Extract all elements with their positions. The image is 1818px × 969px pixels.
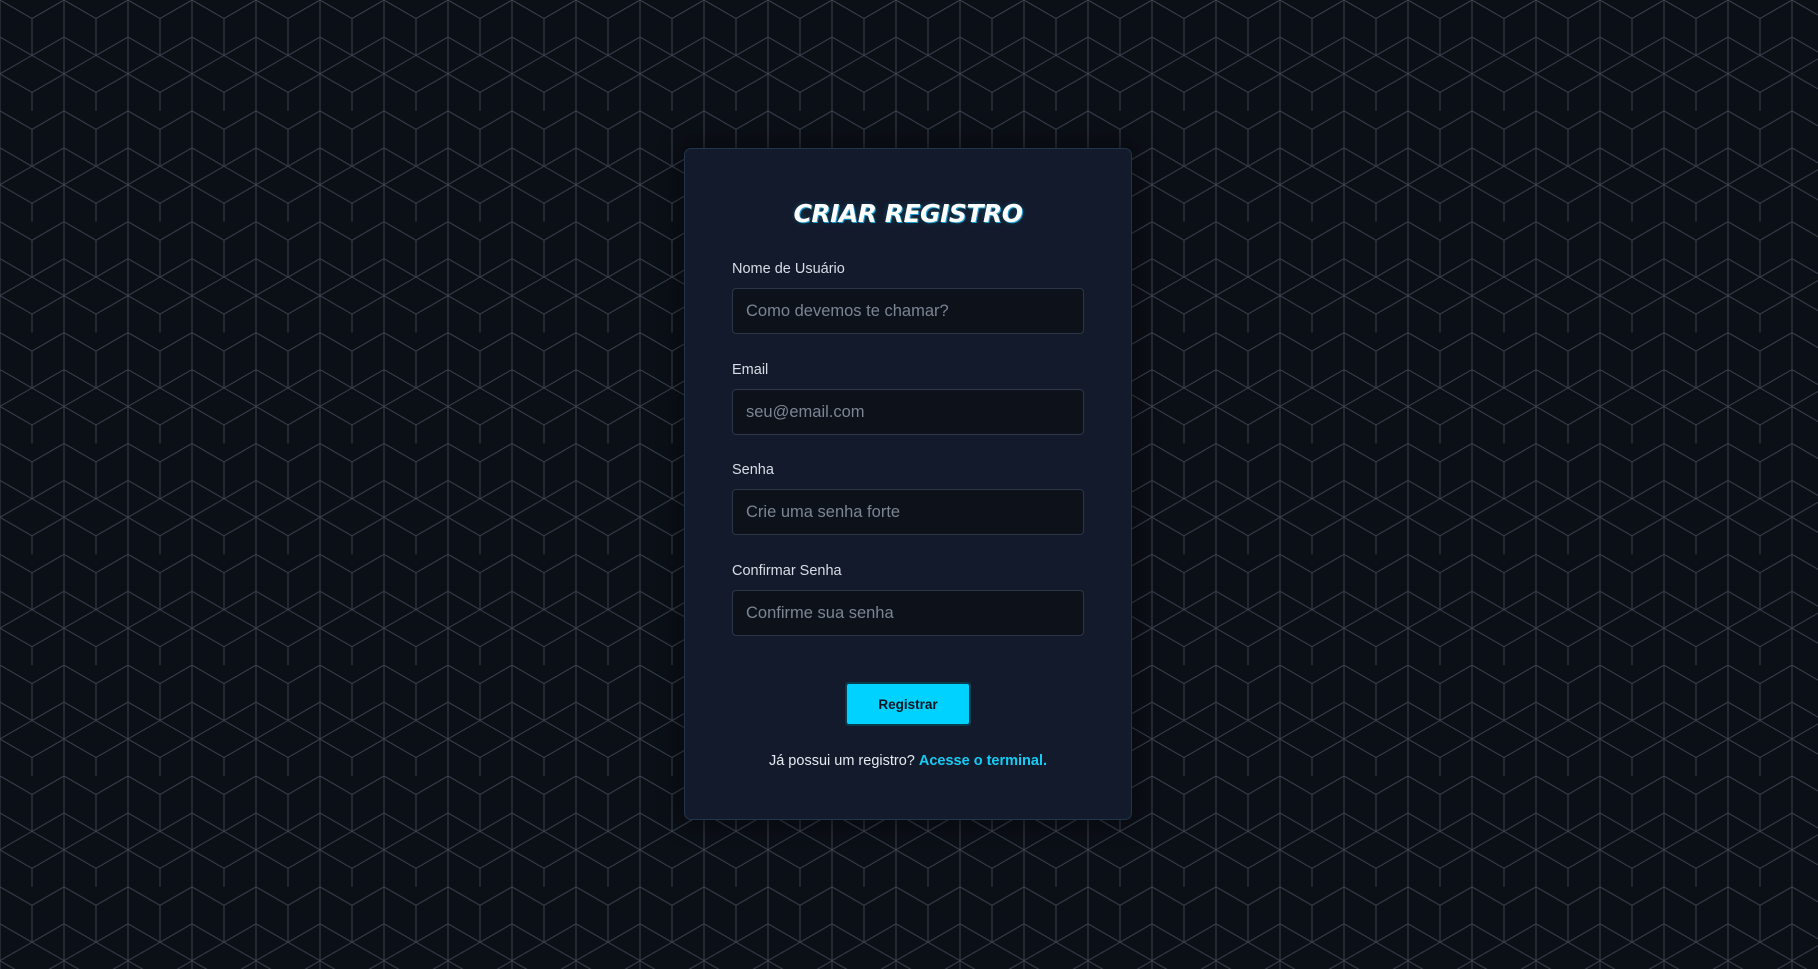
email-input[interactable] (732, 389, 1084, 435)
password-input[interactable] (732, 489, 1084, 535)
login-prompt-text: Já possui um registro? (768, 753, 915, 769)
confirm-password-label: Confirmar Senha (732, 563, 842, 579)
password-label: Senha (732, 462, 774, 478)
email-label: Email (732, 362, 769, 378)
login-link[interactable]: Acesse o terminal. (919, 753, 1047, 769)
email-field-group: Email (732, 362, 1084, 435)
username-input[interactable] (732, 288, 1084, 334)
username-field-group: Nome de Usuário (732, 261, 1084, 334)
password-field-group: Senha (732, 462, 1084, 535)
confirm-password-field-group: Confirmar Senha (732, 563, 1084, 636)
register-button[interactable]: Registrar (845, 682, 971, 726)
login-prompt: Já possui um registro? Acesse o terminal… (685, 753, 1131, 769)
username-label: Nome de Usuário (732, 261, 845, 277)
confirm-password-input[interactable] (732, 590, 1084, 636)
page-title: CRIAR REGISTRO (793, 199, 1023, 228)
register-card: CRIAR REGISTRO Nome de Usuário Email Sen… (684, 148, 1132, 820)
